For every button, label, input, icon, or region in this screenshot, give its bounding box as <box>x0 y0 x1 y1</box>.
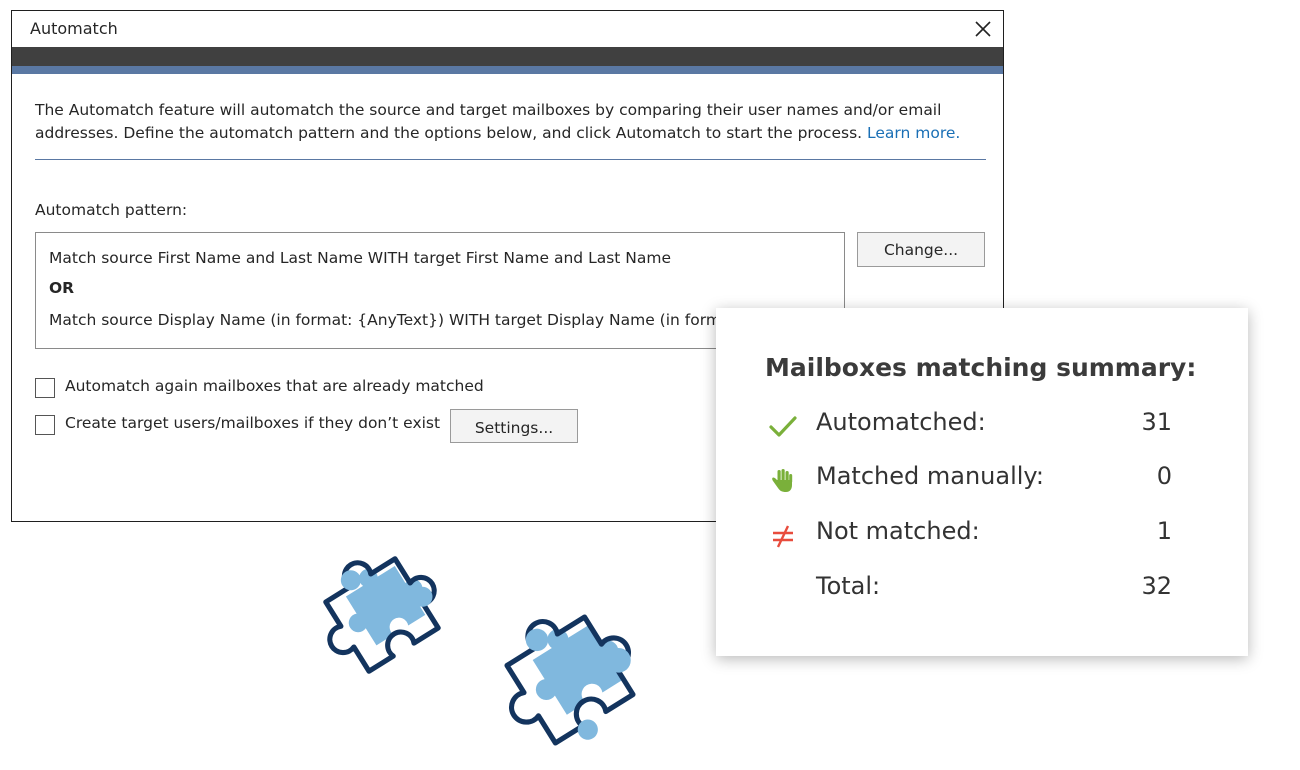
create-target-checkbox[interactable] <box>35 415 55 435</box>
close-icon <box>975 21 991 37</box>
not-matched-label: Not matched: <box>816 517 980 545</box>
summary-title: Mailboxes matching summary: <box>765 353 1197 382</box>
accent-band <box>12 66 1003 74</box>
settings-button[interactable]: Settings... <box>450 409 578 443</box>
title-bar: Automatch <box>12 11 1003 47</box>
matched-manually-label: Matched manually: <box>816 462 1044 490</box>
divider <box>35 159 986 160</box>
header-band <box>12 47 1003 66</box>
automatch-again-label: Automatch again mailboxes that are alrea… <box>65 377 484 395</box>
matched-manually-value: 0 <box>1156 462 1172 490</box>
summary-row-total: Total: 32 <box>716 572 1248 608</box>
automatched-value: 31 <box>1141 408 1172 436</box>
automatch-again-checkbox[interactable] <box>35 378 55 398</box>
summary-row-not-matched: Not matched: 1 <box>716 517 1248 553</box>
not-equal-icon <box>773 525 793 548</box>
puzzle-illustration <box>300 540 680 770</box>
automatched-label: Automatched: <box>816 408 986 436</box>
summary-row-automatched: Automatched: 31 <box>716 408 1248 444</box>
close-button[interactable] <box>969 15 997 43</box>
create-target-label: Create target users/mailboxes if they do… <box>65 414 441 432</box>
change-button[interactable]: Change... <box>857 232 985 267</box>
pattern-label: Automatch pattern: <box>35 201 188 219</box>
pattern-line: Match source First Name and Last Name WI… <box>49 249 672 267</box>
total-value: 32 <box>1141 572 1172 600</box>
hand-icon <box>772 469 793 492</box>
total-label: Total: <box>816 572 881 600</box>
dialog-title: Automatch <box>30 19 118 38</box>
intro-description: The Automatch feature will automatch the… <box>35 101 942 142</box>
not-matched-value: 1 <box>1156 517 1172 545</box>
summary-row-matched-manually: Matched manually: 0 <box>716 462 1248 498</box>
check-icon <box>769 416 797 437</box>
pattern-operator: OR <box>49 279 75 297</box>
intro-text: The Automatch feature will automatch the… <box>35 99 985 145</box>
matching-summary-card: Mailboxes matching summary: Automatched:… <box>716 308 1248 656</box>
learn-more-link[interactable]: Learn more. <box>867 124 960 142</box>
puzzle-piece-small <box>300 540 453 681</box>
puzzle-piece-large <box>479 589 659 768</box>
